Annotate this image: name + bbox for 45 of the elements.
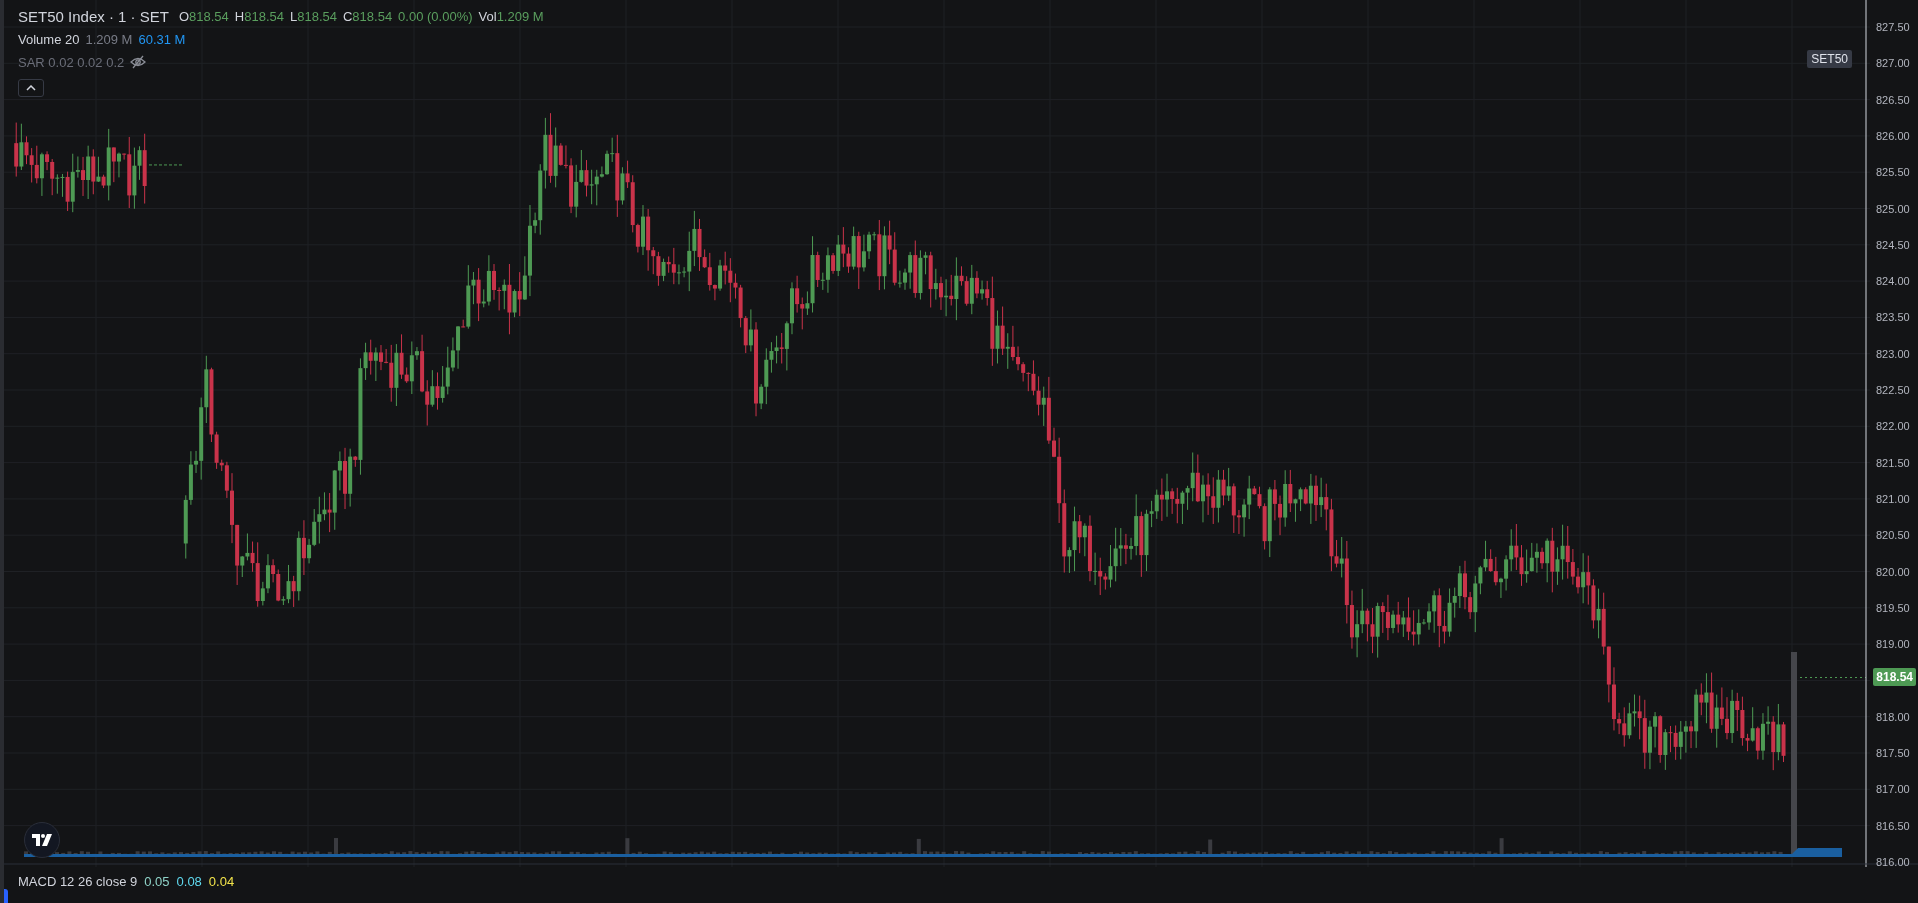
symbol-title: SET50 Index · 1 · SET — [18, 7, 169, 25]
indicator-value: 0.08 — [176, 874, 202, 889]
price-axis-label: 822.00 — [1876, 420, 1910, 433]
price-axis-label: 827.00 — [1876, 57, 1910, 70]
ohlc-value: H818.54 — [234, 8, 284, 24]
previous-close-line — [148, 164, 183, 166]
price-axis-label: 817.00 — [1876, 783, 1910, 796]
chevron-up-icon — [26, 85, 36, 91]
indicator-value: 1.209 M — [85, 31, 133, 47]
price-axis-label: 821.50 — [1876, 456, 1910, 469]
ohlc-value: C818.54 — [342, 8, 393, 24]
change-value: 0.00 (0.00%) — [398, 8, 473, 24]
price-axis-label: 816.00 — [1876, 855, 1910, 867]
indicator-value: 0.05 — [144, 874, 170, 889]
indicator-name: Volume 20 — [18, 31, 80, 47]
price-axis-label: 823.50 — [1876, 311, 1910, 324]
collapse-button[interactable] — [18, 79, 44, 97]
indicator-name: MACD 12 26 close 9 — [18, 874, 138, 889]
price-axis-label: 825.50 — [1876, 166, 1910, 179]
price-axis-label: 825.00 — [1876, 202, 1910, 215]
price-axis-label: 820.00 — [1876, 565, 1910, 578]
price-axis-label: 823.00 — [1876, 347, 1910, 360]
price-axis-label: 826.00 — [1876, 129, 1910, 142]
price-axis-label: 817.50 — [1876, 747, 1910, 759]
price-axis-label: 820.50 — [1876, 529, 1910, 542]
ohlc-value: L818.54 — [289, 8, 337, 24]
price-axis-label: 826.50 — [1876, 93, 1910, 106]
price-axis-label: 824.50 — [1876, 238, 1910, 251]
price-axis-label: 821.00 — [1876, 492, 1910, 505]
price-axis-label: 824.00 — [1876, 275, 1910, 288]
volume-value: Vol1.209 M — [478, 8, 544, 24]
price-axis-label: 816.50 — [1876, 819, 1910, 832]
price-axis-label: 819.00 — [1876, 638, 1910, 651]
indicator-name: SAR 0.02 0.02 0.2 — [18, 54, 125, 70]
last-price-label: 818.54 — [1873, 668, 1916, 686]
price-axis-label: 819.50 — [1876, 601, 1910, 614]
ohlc-value: O818.54 — [178, 8, 229, 24]
logo-icon[interactable] — [24, 822, 60, 858]
price-axis-label: 827.50 — [1876, 21, 1910, 33]
eye-off-icon[interactable] — [130, 55, 147, 69]
price-axis-label: 822.50 — [1876, 384, 1910, 396]
price-axis-label: 818.00 — [1876, 710, 1910, 723]
indicator-value: 0.04 — [208, 874, 235, 889]
indicator-value: 60.31 M — [138, 31, 186, 47]
symbol-tag: SET50 — [1807, 50, 1852, 68]
